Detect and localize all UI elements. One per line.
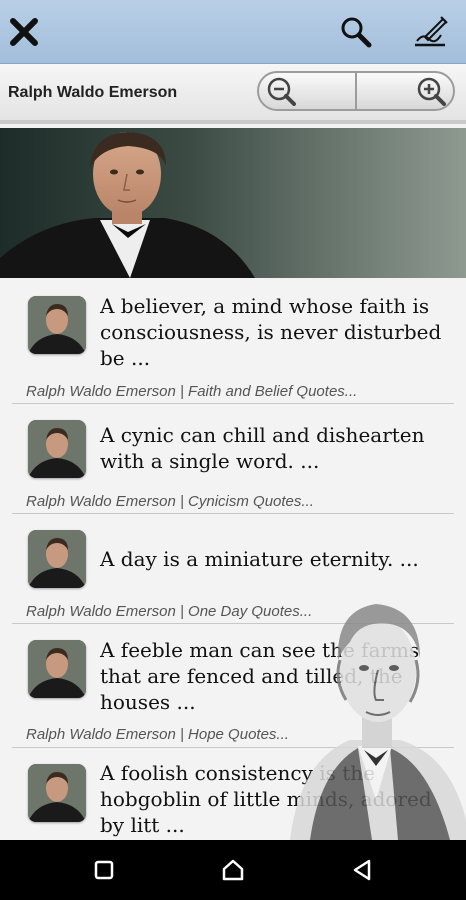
system-nav-bar — [0, 840, 466, 900]
zoom-controls — [257, 71, 455, 111]
zoom-out-button[interactable] — [259, 73, 357, 109]
top-toolbar — [0, 0, 466, 64]
author-bar: Ralph Waldo Emerson — [0, 64, 466, 124]
zoom-in-button[interactable] — [357, 73, 453, 109]
back-button[interactable] — [344, 852, 380, 888]
edit-button[interactable] — [406, 8, 454, 56]
close-icon — [10, 18, 38, 46]
search-icon — [341, 17, 372, 48]
quote-meta: Ralph Waldo Emerson | Hope Quotes... — [26, 726, 289, 743]
author-thumbnail — [28, 420, 86, 478]
author-thumbnail — [28, 764, 86, 822]
list-item[interactable]: A cynic can chill and dishearten with a … — [12, 404, 454, 514]
author-thumbnail — [28, 296, 86, 354]
author-banner-image — [0, 128, 466, 278]
list-item[interactable]: A day is a miniature eternity. ... Ralph… — [12, 514, 454, 624]
recent-apps-icon — [94, 860, 114, 880]
quote-text: A cynic can chill and dishearten with a … — [100, 423, 425, 473]
list-item[interactable]: A believer, a mind whose faith is consci… — [12, 280, 454, 404]
author-title: Ralph Waldo Emerson — [8, 84, 178, 101]
quote-text: A day is a miniature eternity. ... — [100, 547, 419, 571]
quote-text: A foolish consistency is the hobgoblin o… — [100, 761, 432, 837]
author-thumbnail — [28, 640, 86, 698]
quote-meta: Ralph Waldo Emerson | Cynicism Quotes... — [26, 493, 314, 510]
zoom-out-icon — [267, 77, 296, 106]
close-button[interactable] — [0, 8, 48, 56]
home-icon — [222, 859, 244, 881]
quote-text: A feeble man can see the farms that are … — [100, 638, 420, 714]
home-button[interactable] — [215, 852, 251, 888]
author-portrait-image — [0, 132, 255, 278]
quote-meta: Ralph Waldo Emerson | One Day Quotes... — [26, 603, 313, 620]
quote-text: A believer, a mind whose faith is consci… — [100, 294, 442, 370]
zoom-in-icon — [417, 77, 446, 106]
quote-meta: Ralph Waldo Emerson | Faith and Belief Q… — [26, 383, 358, 400]
search-button[interactable] — [332, 8, 380, 56]
back-icon — [353, 859, 371, 881]
list-item[interactable]: A feeble man can see the farms that are … — [12, 624, 454, 748]
quote-list[interactable]: A believer, a mind whose faith is consci… — [0, 280, 466, 840]
recent-apps-button[interactable] — [86, 852, 122, 888]
edit-icon — [415, 16, 448, 47]
author-thumbnail — [28, 530, 86, 588]
list-item[interactable]: A foolish consistency is the hobgoblin o… — [12, 748, 454, 840]
